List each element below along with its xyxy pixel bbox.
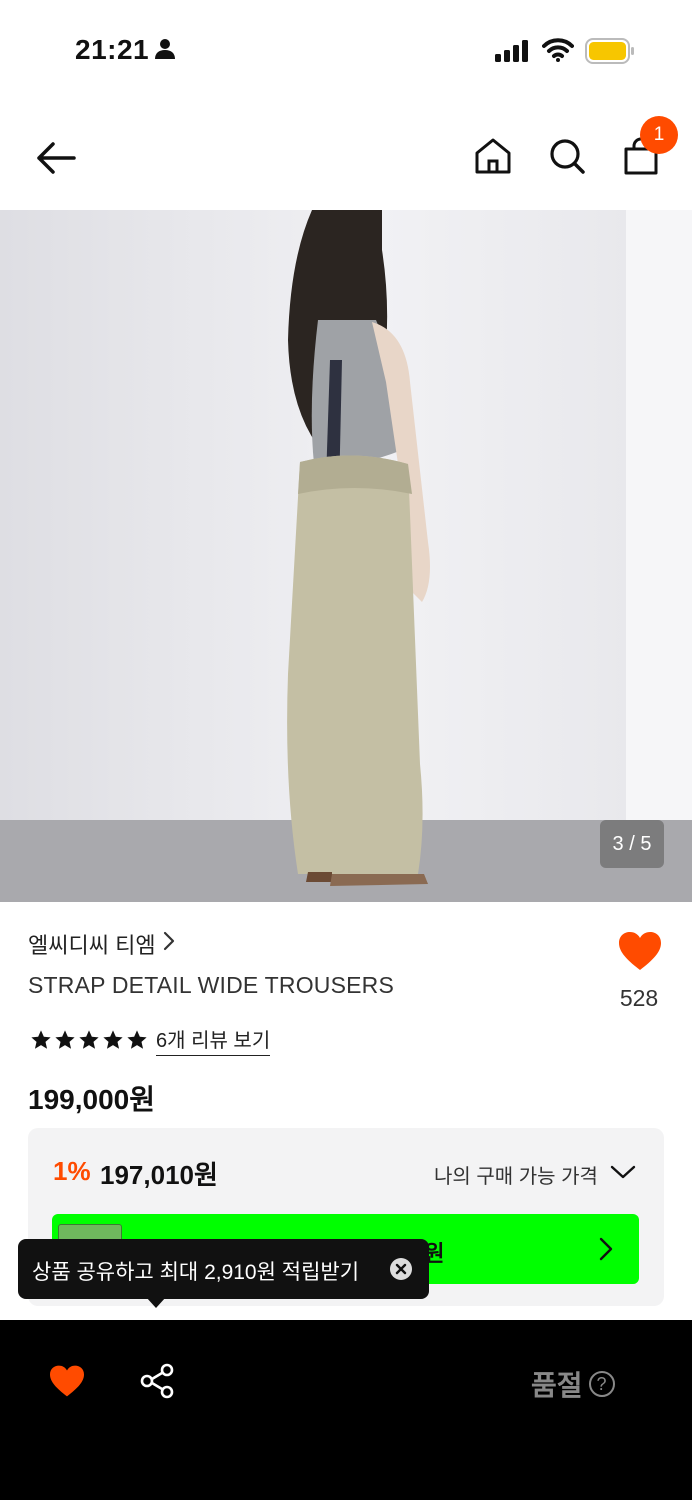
- heart-icon: [617, 932, 663, 976]
- soldout-status: 품절 ?: [531, 1364, 615, 1404]
- wifi-icon: [542, 38, 574, 67]
- battery-icon: [585, 38, 635, 69]
- product-photo[interactable]: [0, 210, 692, 902]
- image-counter: 3 / 5: [600, 820, 664, 868]
- tooltip-tail: [146, 1297, 166, 1308]
- star-icon: [103, 1030, 123, 1049]
- tooltip-text: 상품 공유하고 최대 2,910원 적립받기: [32, 1261, 360, 1284]
- status-time: 21:21: [75, 34, 150, 65]
- close-icon[interactable]: [390, 1258, 412, 1280]
- soldout-label: 품절: [531, 1370, 583, 1401]
- share-icon[interactable]: [138, 1362, 176, 1405]
- search-icon[interactable]: [548, 136, 586, 176]
- home-icon[interactable]: [474, 136, 512, 176]
- product-price: 199,000원: [28, 1084, 155, 1115]
- rating-stars: [30, 1029, 148, 1051]
- heart-icon[interactable]: [48, 1364, 86, 1403]
- top-nav: [0, 110, 692, 205]
- signal-icon: [495, 40, 531, 67]
- bottom-action-bar: 품절 ?: [0, 1320, 692, 1500]
- star-icon: [55, 1030, 75, 1049]
- star-icon: [31, 1030, 51, 1049]
- rating-row: 6개 리뷰 보기: [30, 1024, 271, 1056]
- discount-rate: 1%: [53, 1156, 91, 1186]
- brand-name: 엘씨디씨 티엠: [28, 933, 156, 958]
- status-bar: 21:21: [0, 0, 692, 100]
- share-reward-tooltip: 상품 공유하고 최대 2,910원 적립받기: [18, 1239, 429, 1308]
- cart-count-badge: 1: [640, 116, 678, 154]
- star-icon: [127, 1030, 147, 1049]
- person-icon: [154, 38, 176, 65]
- back-arrow-icon[interactable]: [34, 138, 78, 178]
- like-count: 528: [619, 985, 659, 1011]
- help-icon[interactable]: ?: [588, 1371, 615, 1397]
- my-price-label: 나의 구매 가능 가격: [434, 1166, 598, 1188]
- product-name: STRAP DETAIL WIDE TROUSERS: [28, 972, 395, 998]
- discount-price: 197,010원: [100, 1160, 218, 1190]
- chevron-right-icon: [162, 930, 176, 958]
- review-link[interactable]: 6개 리뷰 보기: [156, 1024, 271, 1056]
- my-price-toggle[interactable]: 나의 구매 가능 가격: [434, 1160, 636, 1189]
- chevron-down-icon: [610, 1163, 636, 1186]
- star-icon: [79, 1030, 99, 1049]
- like-button[interactable]: [610, 930, 670, 977]
- chevron-right-icon: [598, 1236, 614, 1267]
- brand-link[interactable]: 엘씨디씨 티엠: [28, 928, 176, 960]
